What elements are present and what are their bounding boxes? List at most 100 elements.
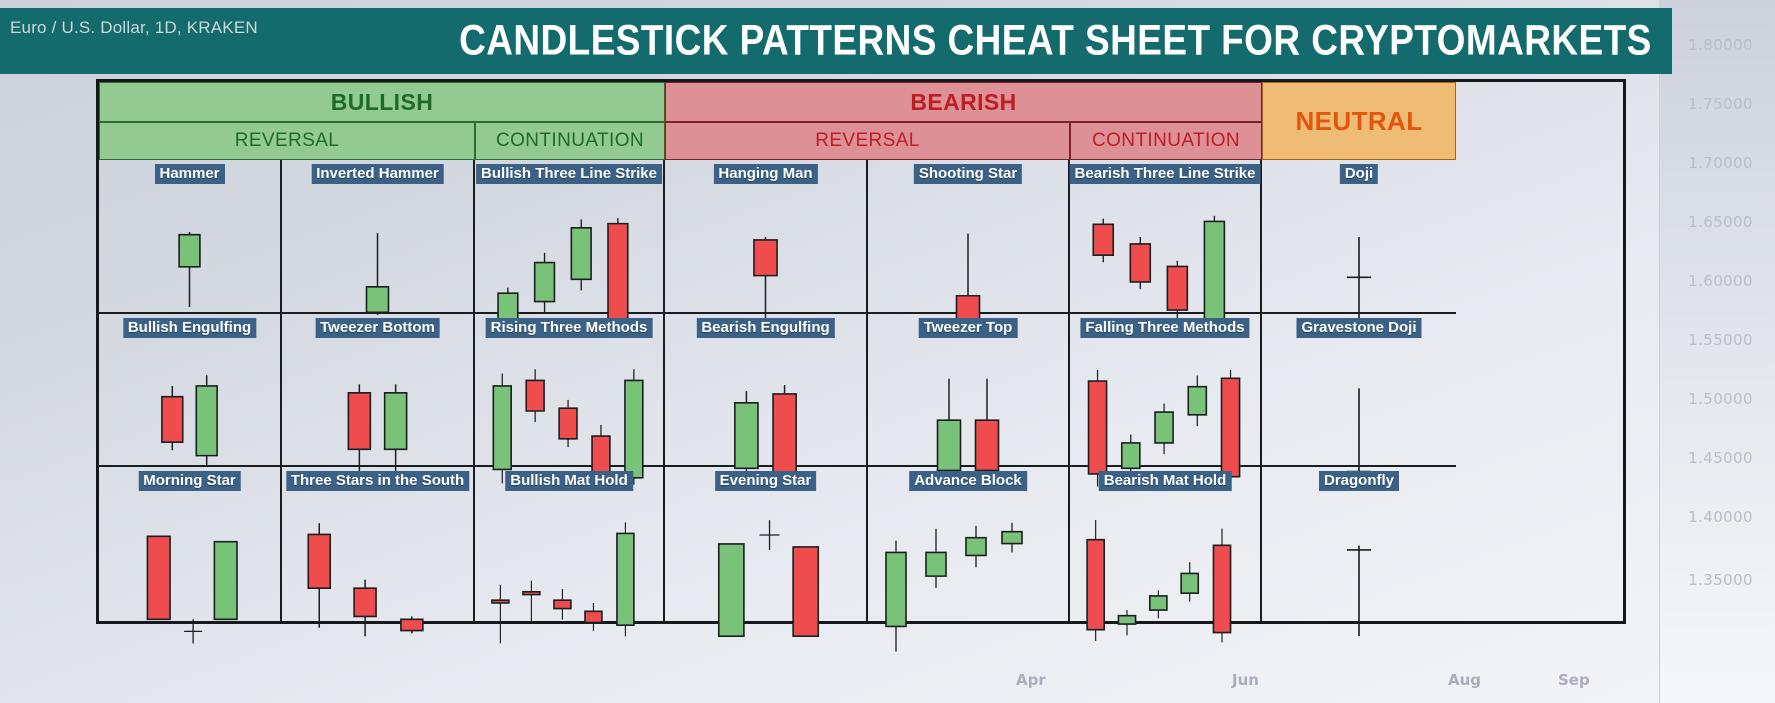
pattern-label: Dragonfly	[1318, 471, 1400, 492]
pattern-cell-rising-three-methods[interactable]: Rising Three Methods	[475, 313, 665, 469]
subgroup-header-continuation: CONTINUATION	[1070, 122, 1262, 160]
pattern-label: Rising Three Methods	[485, 317, 653, 338]
price-tick-label: 1.60000	[1688, 272, 1753, 290]
pattern-cell-tweezer-bottom[interactable]: Tweezer Bottom	[282, 313, 475, 468]
pattern-cell-shooting-star[interactable]: Shooting Star	[868, 160, 1070, 314]
pattern-label: Bearish Three Line Strike	[1069, 164, 1261, 184]
candle-body-down	[162, 396, 183, 442]
pattern-cell-bearish-three-line-strike[interactable]: Bearish Three Line Strike	[1069, 160, 1262, 314]
pattern-label: Evening Star	[714, 471, 817, 492]
pattern-cell-bearish-engulfing[interactable]: Bearish Engulfing	[665, 313, 868, 468]
candle-body-down	[401, 620, 423, 631]
pattern-cell-tweezer-top[interactable]: Tweezer Top	[868, 313, 1070, 470]
pattern-cell-doji[interactable]: Doji	[1262, 160, 1456, 314]
candle-body-up	[1204, 221, 1224, 319]
candle-body-up	[1155, 412, 1173, 443]
pattern-label: Bearish Engulfing	[696, 317, 835, 338]
candle-body-down	[147, 537, 170, 620]
price-tick-label: 1.65000	[1688, 213, 1753, 231]
price-tick-label: 1.75000	[1688, 95, 1753, 113]
pattern-label: Tweezer Bottom	[315, 317, 440, 338]
pattern-cell-morning-star[interactable]: Morning Star	[99, 467, 282, 621]
pattern-cell-hammer[interactable]: Hammer	[99, 160, 282, 314]
pattern-label: Doji	[1339, 164, 1379, 184]
pattern-cell-inverted-hammer[interactable]: Inverted Hammer	[282, 160, 475, 314]
pattern-label: Morning Star	[138, 471, 241, 492]
candle-chart	[475, 467, 663, 655]
candle-body-down	[1222, 378, 1240, 476]
symbol-label: Euro / U.S. Dollar, 1D, KRAKEN	[10, 18, 258, 37]
candle-body-down	[1167, 266, 1187, 310]
candle-body-down	[526, 380, 544, 411]
candle-body-up	[493, 386, 511, 469]
pattern-label: Falling Three Methods	[1080, 317, 1250, 338]
candle-body-up	[1122, 443, 1140, 468]
candle-body-down	[348, 392, 370, 449]
price-tick-label: 1.70000	[1688, 154, 1753, 172]
time-tick-label: Jun	[1232, 671, 1259, 689]
candle-body-down	[354, 589, 376, 617]
pattern-label: Bullish Engulfing	[122, 317, 257, 338]
price-tick-label: 1.80000	[1688, 36, 1753, 54]
candle-chart	[1070, 467, 1260, 657]
candle-body-up	[926, 553, 946, 577]
pattern-row: Morning Star Three Stars in the South Bull…	[99, 467, 1623, 621]
candle-body-down	[559, 408, 577, 439]
pattern-label: Three Stars in the South	[285, 471, 470, 492]
pattern-cell-bullish-three-line-strike[interactable]: Bullish Three Line Strike	[475, 160, 665, 314]
candle-chart	[1262, 467, 1456, 661]
candle-body-up	[1002, 532, 1022, 544]
price-axis[interactable]: 1.80000 1.75000 1.70000 1.65000 1.60000 1.550…	[1659, 0, 1775, 703]
candle-chart	[868, 467, 1068, 667]
pattern-label: Shooting Star	[913, 164, 1023, 184]
candle-body-up	[367, 287, 389, 312]
pattern-label: Inverted Hammer	[311, 164, 444, 184]
subgroup-header-reversal: REVERSAL	[99, 122, 475, 160]
candle-body-down	[554, 601, 571, 609]
pattern-cell-gravestone-doji[interactable]: Gravestone Doji	[1262, 314, 1456, 468]
pattern-cell-evening-star[interactable]: Evening Star	[665, 467, 868, 621]
pattern-cell-bullish-engulfing[interactable]: Bullish Engulfing	[99, 313, 282, 468]
candle-body-down	[754, 240, 777, 276]
candle-body-down	[492, 601, 509, 604]
candle-body-up	[966, 538, 986, 556]
candle-body-down	[1093, 224, 1113, 255]
price-tick-label: 1.45000	[1688, 449, 1753, 467]
candle-body-down	[308, 535, 330, 589]
candle-body-down	[793, 547, 818, 636]
candle-body-up	[735, 403, 758, 468]
pattern-cell-falling-three-methods[interactable]: Falling Three Methods	[1070, 313, 1262, 468]
pattern-cell-dragonfly[interactable]: Dragonfly	[1262, 467, 1456, 621]
time-tick-label: Apr	[1016, 671, 1046, 689]
subgroup-header-reversal: REVERSAL	[665, 122, 1070, 160]
pattern-cell-three-stars-in-the-south[interactable]: Three Stars in the South	[282, 467, 475, 621]
price-tick-label: 1.50000	[1688, 390, 1753, 408]
pattern-cell-bearish-mat-hold[interactable]: Bearish Mat Hold	[1070, 467, 1262, 621]
candle-body-up	[886, 553, 906, 627]
pattern-cell-advance-block[interactable]: Advance Block	[868, 467, 1070, 621]
candle-body-up	[179, 235, 200, 267]
subgroup-header-continuation: CONTINUATION	[475, 122, 665, 160]
pattern-cell-hanging-man[interactable]: Hanging Man	[665, 160, 868, 314]
candle-chart	[665, 467, 866, 668]
cheat-sheet-table: BULLISH BEARISH NEUTRAL REVERSAL CONTINUATI…	[96, 79, 1626, 624]
candle-body-up	[196, 386, 217, 456]
candle-body-up	[719, 544, 744, 636]
group-header-row: BULLISH BEARISH NEUTRAL	[99, 82, 1623, 160]
candle-chart	[99, 467, 280, 648]
group-header-bearish: BEARISH	[665, 82, 1262, 122]
price-tick-label: 1.55000	[1688, 331, 1753, 349]
pattern-label: Bullish Three Line Strike	[476, 164, 662, 184]
pattern-cell-bullish-mat-hold[interactable]: Bullish Mat Hold	[475, 467, 665, 621]
candle-body-up	[625, 380, 643, 477]
candle-body-up	[571, 228, 591, 279]
candle-body-up	[385, 392, 407, 449]
price-tick-label: 1.40000	[1688, 508, 1753, 526]
pattern-label: Tweezer Top	[918, 317, 1018, 338]
candle-body-up	[617, 534, 634, 626]
pattern-label: Hanging Man	[713, 164, 818, 184]
time-tick-label: Sep	[1558, 671, 1590, 689]
candle-body-up	[1150, 596, 1167, 610]
header-bar: Euro / U.S. Dollar, 1D, KRAKEN CANDLESTI…	[0, 8, 1672, 74]
candle-body-up	[938, 420, 961, 470]
